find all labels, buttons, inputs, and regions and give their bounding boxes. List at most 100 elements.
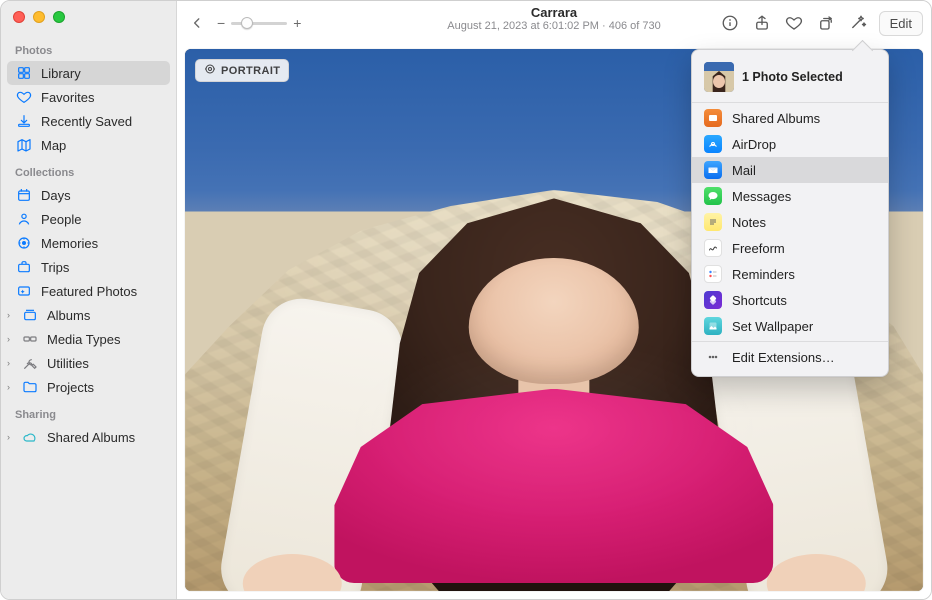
folder-icon xyxy=(21,379,39,395)
sidebar-item-projects[interactable]: ›Projects xyxy=(13,375,170,399)
sidebar-item-label: Memories xyxy=(41,236,98,251)
sidebar-item-days[interactable]: Days xyxy=(7,183,170,207)
toolbar-title-block: Carrara August 21, 2023 at 6:01:02 PM · … xyxy=(447,5,660,32)
zoom-out-label[interactable]: − xyxy=(217,15,225,31)
calendar-icon xyxy=(15,187,33,203)
sidebar-item-albums[interactable]: ›Albums xyxy=(13,303,170,327)
share-menu-item-shortcuts[interactable]: Shortcuts xyxy=(692,287,888,313)
close-window-button[interactable] xyxy=(13,11,25,23)
share-menu-title: 1 Photo Selected xyxy=(742,70,843,84)
portrait-badge-label: PORTRAIT xyxy=(221,65,280,77)
share-menu-thumbnail xyxy=(704,62,734,92)
gear-icon xyxy=(21,331,39,347)
share-menu-item-freeform[interactable]: Freeform xyxy=(692,235,888,261)
sidebar-item-label: Days xyxy=(41,188,71,203)
photo-title: Carrara xyxy=(447,5,660,20)
sparkles-icon xyxy=(15,283,33,299)
memories-icon xyxy=(15,235,33,251)
share-button[interactable] xyxy=(747,9,777,37)
edit-button[interactable]: Edit xyxy=(879,11,923,36)
sidebar-item-shared-albums[interactable]: ›Shared Albums xyxy=(13,425,170,449)
info-button[interactable] xyxy=(715,9,745,37)
menu-item-label: Messages xyxy=(732,189,791,204)
reminders-icon xyxy=(704,265,722,283)
toolbar-left: − + xyxy=(185,11,301,35)
share-menu-item-wallpaper[interactable]: Set Wallpaper xyxy=(692,313,888,339)
share-menu-header: 1 Photo Selected xyxy=(692,56,888,100)
minimize-window-button[interactable] xyxy=(33,11,45,23)
sidebar-item-people[interactable]: People xyxy=(7,207,170,231)
freeform-icon xyxy=(704,239,722,257)
wallpaper-icon xyxy=(704,317,722,335)
sidebar-item-media[interactable]: ›Media Types xyxy=(13,327,170,351)
sidebar-section-header: Collections xyxy=(7,157,170,183)
chevron-right-icon[interactable]: › xyxy=(7,358,10,368)
sidebar-item-trips[interactable]: Trips xyxy=(7,255,170,279)
back-button[interactable] xyxy=(185,11,209,35)
mail-icon xyxy=(704,161,722,179)
sidebar-item-label: Library xyxy=(41,66,81,81)
toolbar: − + Carrara August 21, 2023 at 6:01:02 P… xyxy=(177,1,931,45)
menu-item-label: Edit Extensions… xyxy=(732,350,835,365)
chevron-right-icon[interactable]: › xyxy=(7,310,10,320)
chevron-right-icon[interactable]: › xyxy=(7,334,10,344)
menu-item-label: Reminders xyxy=(732,267,795,282)
sidebar-item-favorites[interactable]: Favorites xyxy=(7,85,170,109)
extensions-icon xyxy=(704,348,722,366)
chevron-right-icon[interactable]: › xyxy=(7,432,10,442)
shared-icon xyxy=(704,109,722,127)
sidebar-item-label: Map xyxy=(41,138,66,153)
window-controls xyxy=(1,1,176,29)
menu-item-label: Notes xyxy=(732,215,766,230)
zoom-slider-thumb[interactable] xyxy=(241,17,253,29)
sidebar: Photos Library Favorites Recently Saved Map C… xyxy=(1,1,177,599)
map-icon xyxy=(15,137,33,153)
share-menu-item-messages[interactable]: Messages xyxy=(692,183,888,209)
separator xyxy=(692,341,888,342)
sidebar-item-library[interactable]: Library xyxy=(7,61,170,85)
sidebar-item-label: People xyxy=(41,212,81,227)
sidebar-item-featured[interactable]: Featured Photos xyxy=(7,279,170,303)
menu-item-label: Shortcuts xyxy=(732,293,787,308)
chevron-right-icon[interactable]: › xyxy=(7,382,10,392)
sidebar-item-label: Albums xyxy=(47,308,90,323)
sidebar-item-label: Utilities xyxy=(47,356,89,371)
grid-icon xyxy=(15,65,33,81)
suitcase-icon xyxy=(15,259,33,275)
share-menu: 1 Photo Selected Shared Albums AirDrop Mai… xyxy=(691,49,889,377)
share-menu-item-shared-albums[interactable]: Shared Albums xyxy=(692,105,888,131)
menu-item-label: Freeform xyxy=(732,241,785,256)
sidebar-item-label: Projects xyxy=(47,380,94,395)
app-window: Photos Library Favorites Recently Saved Map C… xyxy=(0,0,932,600)
sidebar-item-recently[interactable]: Recently Saved xyxy=(7,109,170,133)
zoom-in-label[interactable]: + xyxy=(293,15,301,31)
share-menu-item-mail[interactable]: Mail xyxy=(692,157,888,183)
menu-item-label: Mail xyxy=(732,163,756,178)
sidebar-item-map[interactable]: Map xyxy=(7,133,170,157)
rotate-button[interactable] xyxy=(811,9,841,37)
sidebar-item-utilities[interactable]: ›Utilities xyxy=(13,351,170,375)
wrench-icon xyxy=(21,355,39,371)
favorite-button[interactable] xyxy=(779,9,809,37)
share-menu-item-notes[interactable]: Notes xyxy=(692,209,888,235)
sidebar-section-header: Sharing xyxy=(7,399,170,425)
zoom-window-button[interactable] xyxy=(53,11,65,23)
portrait-badge-icon xyxy=(204,63,216,78)
sidebar-item-label: Media Types xyxy=(47,332,120,347)
sidebar-section-header: Photos xyxy=(7,35,170,61)
zoom-slider[interactable] xyxy=(231,22,287,25)
share-menu-item-reminders[interactable]: Reminders xyxy=(692,261,888,287)
menu-item-label: Set Wallpaper xyxy=(732,319,813,334)
main-pane: − + Carrara August 21, 2023 at 6:01:02 P… xyxy=(177,1,931,599)
notes-icon xyxy=(704,213,722,231)
share-menu-item-airdrop[interactable]: AirDrop xyxy=(692,131,888,157)
sidebar-item-label: Featured Photos xyxy=(41,284,137,299)
photo-subtitle: August 21, 2023 at 6:01:02 PM · 406 of 7… xyxy=(447,20,660,32)
sidebar-item-memories[interactable]: Memories xyxy=(7,231,170,255)
toolbar-right: Edit xyxy=(715,9,923,37)
portrait-badge: PORTRAIT xyxy=(195,59,289,82)
menu-item-label: AirDrop xyxy=(732,137,776,152)
sidebar-item-label: Favorites xyxy=(41,90,94,105)
share-menu-edit-extensions[interactable]: Edit Extensions… xyxy=(692,344,888,370)
auto-enhance-button[interactable] xyxy=(843,9,873,37)
